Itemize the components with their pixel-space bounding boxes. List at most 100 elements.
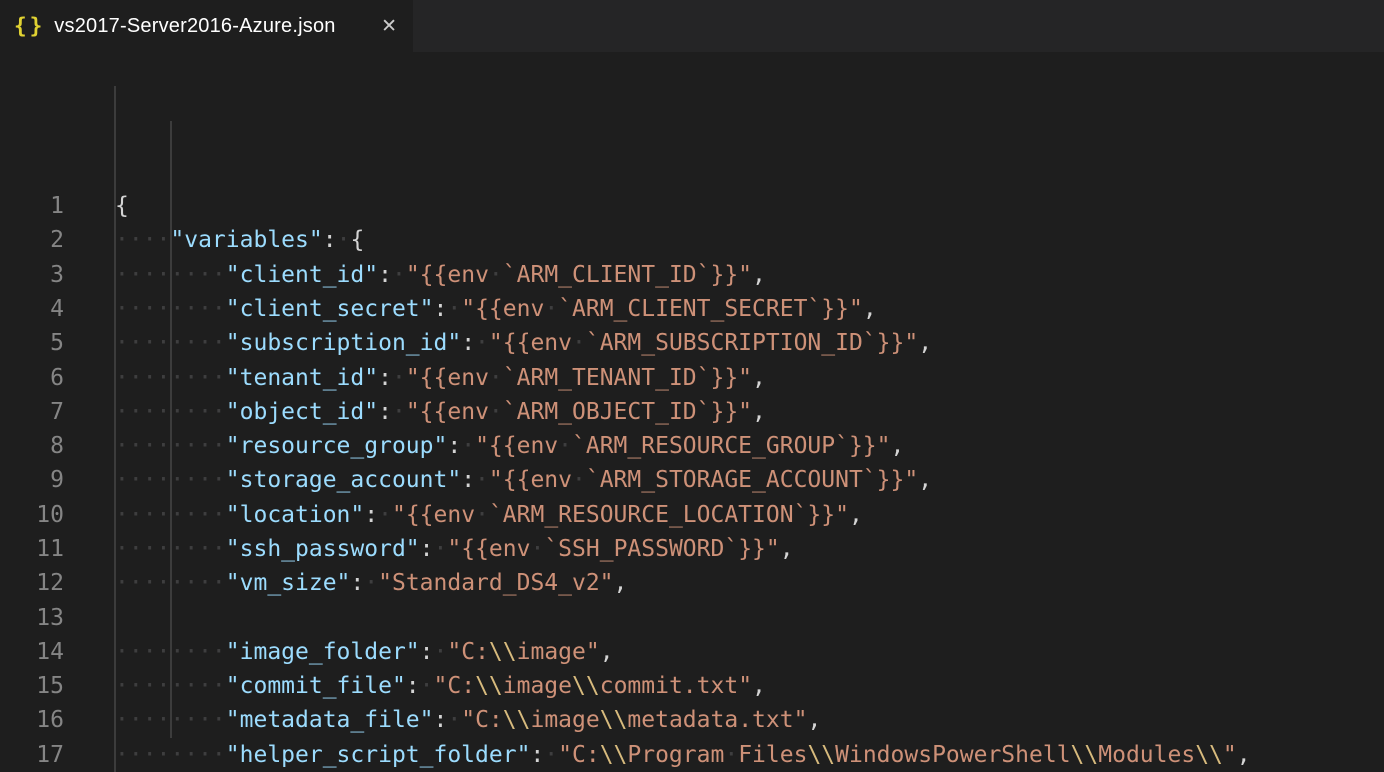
whitespace-dots: · <box>420 673 434 699</box>
code-token: : <box>406 673 420 699</box>
code-line[interactable]: 10········"location":·"{{env·`ARM_RESOUR… <box>0 498 1384 532</box>
code-token: \\ <box>1195 742 1223 768</box>
code-token: "C: <box>461 707 503 733</box>
code-token: \\ <box>475 673 503 699</box>
code-line[interactable]: 2····"variables":·{ <box>0 223 1384 257</box>
code-token: , <box>600 639 614 665</box>
code-line[interactable]: 9········"storage_account":·"{{env·`ARM_… <box>0 463 1384 497</box>
line-number[interactable]: 12 <box>0 566 64 600</box>
line-number[interactable]: 17 <box>0 738 64 772</box>
code-token: "metadata_file" <box>226 707 434 733</box>
code-token: , <box>807 707 821 733</box>
code-token: : <box>447 433 461 459</box>
code-line[interactable]: 11········"ssh_password":·"{{env·`SSH_PA… <box>0 532 1384 566</box>
code-token: , <box>918 467 932 493</box>
whitespace-dots: · <box>558 433 572 459</box>
code-line[interactable]: 4········"client_secret":·"{{env·`ARM_CL… <box>0 292 1384 326</box>
code-token: : <box>378 365 392 391</box>
code-token: `ARM_OBJECT_ID`}}" <box>503 399 752 425</box>
code-token: "{{env <box>406 399 489 425</box>
code-line[interactable]: 16········"metadata_file":·"C:\\image\\m… <box>0 703 1384 737</box>
code-token: , <box>863 296 877 322</box>
code-token: image <box>530 707 599 733</box>
code-token: "subscription_id" <box>226 330 461 356</box>
whitespace-dots: · <box>378 502 392 528</box>
line-number[interactable]: 9 <box>0 463 64 497</box>
code-token: "{{env <box>447 536 530 562</box>
code-token: { <box>350 227 364 253</box>
code-line[interactable]: 5········"subscription_id":·"{{env·`ARM_… <box>0 326 1384 360</box>
code-token: `ARM_RESOURCE_GROUP`}}" <box>572 433 891 459</box>
line-number[interactable]: 8 <box>0 429 64 463</box>
code-token: "C: <box>558 742 600 768</box>
vscode-window: {} vs2017-Server2016-Azure.json ✕ 1{2···… <box>0 0 1384 772</box>
close-tab-icon[interactable]: ✕ <box>361 15 397 37</box>
line-number[interactable]: 10 <box>0 498 64 532</box>
line-number[interactable]: 15 <box>0 669 64 703</box>
code-line[interactable]: 17········"helper_script_folder":·"C:\\P… <box>0 738 1384 772</box>
whitespace-dots: · <box>434 639 448 665</box>
code-token: "{{env <box>406 262 489 288</box>
whitespace-dots: · <box>392 399 406 425</box>
code-token: image <box>503 673 572 699</box>
code-token: : <box>461 330 475 356</box>
line-number[interactable]: 4 <box>0 292 64 326</box>
whitespace-dots: · <box>434 536 448 562</box>
code-token: commit.txt" <box>600 673 752 699</box>
code-token: `ARM_TENANT_ID`}}" <box>503 365 752 391</box>
line-number[interactable]: 3 <box>0 258 64 292</box>
code-line[interactable]: 8········"resource_group":·"{{env·`ARM_R… <box>0 429 1384 463</box>
code-line[interactable]: 3········"client_id":·"{{env·`ARM_CLIENT… <box>0 258 1384 292</box>
line-number[interactable]: 14 <box>0 635 64 669</box>
line-number[interactable]: 5 <box>0 326 64 360</box>
line-number[interactable]: 16 <box>0 703 64 737</box>
code-token: `ARM_SUBSCRIPTION_ID`}}" <box>586 330 918 356</box>
whitespace-dots: · <box>489 262 503 288</box>
code-token: , <box>614 570 628 596</box>
code-line[interactable]: 6········"tenant_id":·"{{env·`ARM_TENANT… <box>0 361 1384 395</box>
code-token: "vm_size" <box>226 570 351 596</box>
code-token: , <box>849 502 863 528</box>
code-token: : <box>323 227 337 253</box>
whitespace-dots: · <box>475 467 489 493</box>
whitespace-dots: · <box>475 330 489 356</box>
whitespace-dots: · <box>489 365 503 391</box>
line-number[interactable]: 13 <box>0 601 64 635</box>
code-token: "client_id" <box>226 262 378 288</box>
code-token: \\ <box>1071 742 1099 768</box>
code-token: "C: <box>447 639 489 665</box>
whitespace-dots: · <box>447 707 461 733</box>
line-number[interactable]: 11 <box>0 532 64 566</box>
code-line[interactable]: 15········"commit_file":·"C:\\image\\com… <box>0 669 1384 703</box>
whitespace-dots: · <box>544 742 558 768</box>
indent-guide-level-0 <box>114 86 116 772</box>
code-token: : <box>434 707 448 733</box>
code-token: : <box>378 262 392 288</box>
whitespace-dots: · <box>489 399 503 425</box>
code-token: WindowsPowerShell <box>835 742 1070 768</box>
code-line[interactable]: 1{ <box>0 189 1384 223</box>
whitespace-dots: · <box>392 262 406 288</box>
code-token: `ARM_CLIENT_ID`}}" <box>503 262 752 288</box>
tab-vs2017-server2016-azure-json[interactable]: {} vs2017-Server2016-Azure.json ✕ <box>0 0 413 52</box>
code-token: "{{env <box>392 502 475 528</box>
code-line[interactable]: 12········"vm_size":·"Standard_DS4_v2", <box>0 566 1384 600</box>
whitespace-dots: · <box>724 742 738 768</box>
code-token: "storage_account" <box>226 467 461 493</box>
code-token: \\ <box>600 707 628 733</box>
code-line[interactable]: 7········"object_id":·"{{env·`ARM_OBJECT… <box>0 395 1384 429</box>
whitespace-dots: · <box>530 536 544 562</box>
tab-bar: {} vs2017-Server2016-Azure.json ✕ <box>0 0 1384 52</box>
json-file-icon: {} <box>14 14 45 38</box>
code-editor[interactable]: 1{2····"variables":·{3········"client_id… <box>0 52 1384 772</box>
code-token: "{{env <box>489 330 572 356</box>
line-number[interactable]: 2 <box>0 223 64 257</box>
line-number[interactable]: 7 <box>0 395 64 429</box>
line-number[interactable]: 1 <box>0 189 64 223</box>
code-line[interactable]: 14········"image_folder":·"C:\\image", <box>0 635 1384 669</box>
code-token: : <box>364 502 378 528</box>
code-line[interactable]: 13 <box>0 601 1384 635</box>
line-number[interactable]: 6 <box>0 361 64 395</box>
code-token: "tenant_id" <box>226 365 378 391</box>
code-token: \\ <box>572 673 600 699</box>
